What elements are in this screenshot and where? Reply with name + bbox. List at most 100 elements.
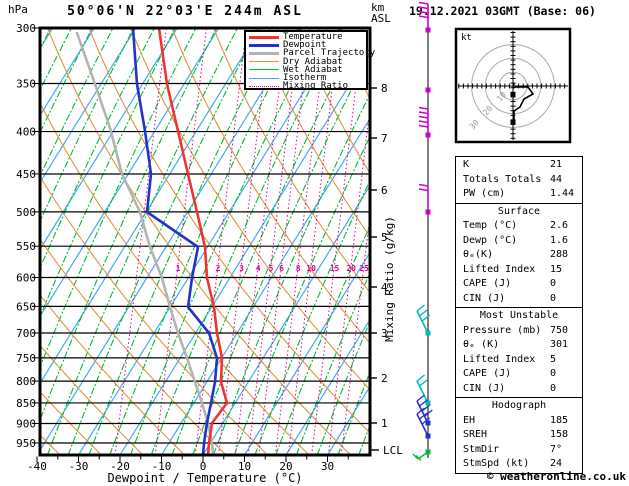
wind-barb-tick: [421, 404, 431, 412]
table-row: CIN (J) 0: [456, 382, 582, 397]
mixing-ratio-value-label: 25: [359, 264, 369, 273]
table-row-label: K: [463, 159, 470, 170]
km-tick-label: 1: [381, 417, 388, 430]
table-row-value: 21: [550, 159, 563, 170]
wind-barb-tick: [419, 309, 428, 317]
legend-line-sample: [249, 61, 279, 63]
table-row-label: Temp (°C): [463, 220, 518, 231]
legend-line-sample: [249, 69, 279, 71]
table-row: CAPE (J) 0: [456, 277, 582, 292]
indices-table: K 21 Totals Totals 44 PW (cm) 1.44 Surface Temp…: [455, 156, 583, 474]
mixing-ratio-line: [234, 28, 288, 455]
wind-barb-tick: [418, 15, 429, 19]
wind-barb-tick: [418, 115, 429, 119]
wind-barb: [418, 183, 431, 215]
table-row-value: 158: [550, 429, 569, 440]
table-section-header: Hodograph: [491, 400, 547, 411]
wind-barb: [418, 1, 431, 33]
wind-barb-tick: [419, 379, 428, 387]
table-row-value: 750: [550, 324, 569, 336]
km-tick-label: 2: [381, 372, 388, 385]
table-row-label: PW (cm): [463, 188, 506, 199]
wind-barb-shaft: [417, 451, 429, 460]
mixing-ratio-value-label: 5: [269, 264, 274, 273]
mixing-ratio-value-label: 15: [330, 264, 340, 273]
mixing-ratio-value-label: 3: [239, 264, 244, 273]
pressure-tick-label: 300: [16, 22, 36, 35]
table-row-value: 44: [550, 173, 563, 185]
wind-barb-tick: [418, 111, 429, 115]
table-row: CAPE (J) 0: [456, 367, 582, 382]
sounding-screenshot: hPa 50°06'N 22°03'E 244m ASL 19.12.2021 …: [0, 0, 629, 486]
legend-line-sample: [249, 85, 279, 87]
table-row-label: Totals Totals: [463, 173, 542, 185]
table-row-value: 15: [550, 263, 563, 275]
table-section: Most Unstable Pressure (mb) 750 θₑ (K) 301 Li…: [455, 307, 583, 398]
table-row-value: 7°: [550, 443, 563, 455]
table-row-label: θₑ(K): [463, 249, 494, 260]
hodograph-unit-label: kt: [461, 33, 472, 43]
wind-barb: [416, 394, 433, 426]
table-row-label: StmDir: [463, 443, 500, 455]
wind-barb-station-dot: [425, 87, 431, 93]
wind-barb-tick: [418, 183, 429, 187]
hodograph-plot: 102030: [457, 30, 569, 141]
wind-barb-tick: [418, 6, 429, 10]
wind-barb-tick: [416, 394, 425, 402]
table-row-value: 1.44: [550, 188, 575, 199]
legend-line-sample: [249, 43, 279, 47]
hodograph-marker: [510, 119, 516, 125]
pressure-tick-label: 900: [16, 418, 36, 431]
km-tick-label: 8: [381, 82, 388, 95]
table-row: EH 185: [456, 414, 582, 429]
mixing-ratio-value-label: 10: [306, 264, 316, 273]
table-row-label: CIN (J): [463, 292, 506, 304]
table-section-header: Most Unstable: [479, 310, 559, 321]
table-row: θₑ (K) 301: [456, 338, 582, 353]
table-row-label: Dewp (°C): [463, 234, 518, 246]
km-tick-label: 6: [381, 184, 388, 197]
pressure-tick-label: 600: [16, 272, 36, 285]
mixing-ratio-line: [247, 28, 300, 455]
table-row-value: 185: [550, 414, 569, 426]
table-row: θₑ(K) 288: [456, 248, 582, 263]
table-row-value: 2.6: [550, 220, 569, 231]
mixing-ratio-value-label: 8: [296, 264, 301, 273]
pressure-tick-label: 550: [16, 240, 36, 253]
table-row-label: θₑ (K): [463, 339, 500, 350]
km-tick-label: 7: [381, 132, 388, 145]
table-row: SREH 158: [456, 428, 582, 443]
table-row-label: EH: [463, 414, 476, 426]
table-row: Dewp (°C) 1.6: [456, 234, 582, 249]
legend-line-sample: [249, 51, 279, 55]
mixing-ratio-value-label: 2: [216, 264, 221, 273]
table-row-value: 0: [550, 278, 557, 289]
isotherm-line: [0, 28, 11, 455]
table-row-label: CIN (J): [463, 382, 506, 394]
table-section: Hodograph EH 185 SREH 158 StmDir 7° StmSpd (kt)…: [455, 397, 583, 474]
table-row-value: 1.6: [550, 234, 569, 246]
table-row-value: 0: [550, 368, 557, 379]
table-row: Lifted Index 15: [456, 263, 582, 278]
pressure-tick-label: 800: [16, 375, 36, 388]
mixing-ratio-value-label: 1: [176, 264, 181, 273]
table-row: CIN (J) 0: [456, 292, 582, 307]
pressure-tick-label: 400: [16, 126, 36, 139]
wind-barb-tick: [416, 374, 425, 382]
pressure-tick-label: 750: [16, 352, 36, 365]
table-section: K 21 Totals Totals 44 PW (cm) 1.44: [455, 156, 583, 204]
table-row: Totals Totals 44: [456, 173, 582, 188]
table-row-label: StmSpd (kt): [463, 458, 530, 469]
table-row-label: CAPE (J): [463, 278, 512, 289]
table-row-value: 0: [550, 292, 557, 304]
wind-barb-tick: [418, 106, 429, 110]
copyright-text: © weatheronline.co.uk: [486, 470, 626, 483]
wind-barb-tick: [416, 304, 425, 312]
pressure-tick-label: 850: [16, 397, 36, 410]
mixing-ratio-value-label: 6: [279, 264, 284, 273]
wind-barb: [418, 106, 431, 138]
wind-barb-tick: [418, 10, 429, 14]
wind-barb: [425, 87, 431, 93]
table-row-value: 288: [550, 249, 569, 260]
legend-item-label: Mixing Ratio: [283, 81, 349, 92]
